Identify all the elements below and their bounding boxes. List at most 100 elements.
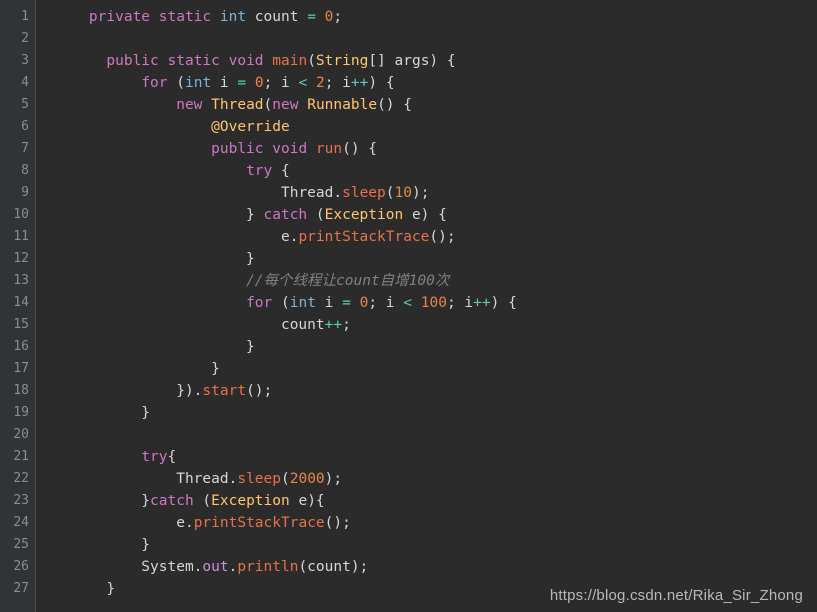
code-token-mth: printStackTrace	[298, 229, 430, 245]
line-number: 21	[13, 449, 29, 464]
code-token-pln: (count);	[298, 559, 369, 575]
code-line[interactable]: }).start();	[54, 380, 817, 402]
code-line[interactable]: Thread.sleep(10);	[54, 182, 817, 204]
code-line[interactable]	[54, 28, 817, 50]
code-token-pln	[264, 53, 273, 69]
line-number: 25	[13, 537, 29, 552]
code-line[interactable]: }catch (Exception e){	[54, 490, 817, 512]
line-number: 18	[13, 383, 29, 398]
code-line[interactable]: public void run() {	[54, 138, 817, 160]
line-number: 7	[21, 141, 29, 156]
code-line[interactable]: for (int i = 0; i < 100; i++) {	[54, 292, 817, 314]
code-token-pln	[211, 9, 220, 25]
line-number: 3	[21, 53, 29, 68]
code-line[interactable]: private static int count = 0;	[54, 6, 817, 28]
code-token-cls: String	[315, 53, 369, 69]
code-token-cls: @Override	[211, 119, 290, 135]
code-token-pln: ; i	[368, 295, 404, 311]
code-token-pln: e) {	[403, 207, 447, 223]
code-line[interactable]: try{	[54, 446, 817, 468]
code-line[interactable]: e.printStackTrace();	[54, 512, 817, 534]
code-token-pln: ();	[246, 383, 273, 399]
code-token-op: =	[307, 9, 316, 25]
code-line[interactable]: Thread.sleep(2000);	[54, 468, 817, 490]
code-token-fld: out	[202, 559, 229, 575]
code-token-pln: (	[167, 75, 185, 91]
code-token-pln: (	[385, 185, 395, 201]
code-token-pln	[54, 97, 176, 113]
code-line[interactable]: }	[54, 336, 817, 358]
code-token-pln: (	[307, 53, 316, 69]
code-token-pln	[54, 119, 211, 135]
code-line[interactable]	[54, 424, 817, 446]
code-line[interactable]: }	[54, 402, 817, 424]
code-token-mth: printStackTrace	[193, 515, 325, 531]
code-token-pln: }	[54, 361, 220, 377]
code-token-mth: println	[237, 559, 299, 575]
code-token-pln	[54, 9, 89, 25]
code-line[interactable]: }	[54, 248, 817, 270]
code-token-pln: }).	[54, 383, 203, 399]
code-line-list: private static int count = 0; public sta…	[54, 6, 817, 600]
code-line[interactable]: try {	[54, 160, 817, 182]
code-token-pln: }	[54, 405, 151, 421]
code-token-pln	[54, 75, 141, 91]
code-token-pln: ;	[342, 317, 351, 333]
code-token-op: <	[298, 75, 308, 91]
code-line[interactable]: //每个线程让count自增100次	[54, 270, 817, 292]
code-token-num: 0	[254, 75, 264, 91]
line-number: 17	[13, 361, 29, 376]
watermark-url: https://blog.csdn.net/Rika_Sir_Zhong	[549, 587, 803, 604]
code-token-pln: ; i	[446, 295, 474, 311]
code-token-pln: Thread	[176, 471, 229, 487]
code-token-kw: private static	[88, 9, 212, 25]
line-number: 2	[21, 31, 29, 46]
line-number: 9	[21, 185, 29, 200]
code-token-pln: count	[54, 317, 325, 333]
code-token-pln: }	[54, 339, 255, 355]
code-token-pln	[54, 185, 281, 201]
code-token-pln: () {	[342, 141, 378, 157]
code-token-typ: int	[289, 295, 316, 311]
code-token-pln: );	[324, 471, 343, 487]
code-line[interactable]: }	[54, 534, 817, 556]
code-token-pln: i	[211, 75, 238, 91]
code-token-pln: Thread	[280, 185, 334, 201]
code-token-cls: Exception	[211, 493, 290, 509]
code-token-pln	[412, 295, 421, 311]
code-editor: 1 2 3 4 5 6 7 8 9 10 11 12 13 14 15 16 17 18 19 20 21 22 23 24 2…	[0, 0, 817, 612]
code-token-kw: for	[246, 295, 273, 311]
line-number: 16	[13, 339, 29, 354]
code-line[interactable]: public static void main(String[] args) {	[54, 50, 817, 72]
code-line[interactable]: @Override	[54, 116, 817, 138]
line-number: 26	[13, 559, 29, 574]
code-line[interactable]: System.out.println(count);	[54, 556, 817, 578]
code-token-pln	[54, 163, 246, 179]
code-token-pln	[307, 75, 316, 91]
code-token-kw: catch	[263, 207, 308, 223]
code-token-num: 2	[315, 75, 325, 91]
code-token-pln: }	[54, 581, 116, 597]
code-token-mth: run	[315, 141, 343, 157]
code-token-pln: ();	[324, 515, 351, 531]
line-number: 12	[13, 251, 29, 266]
code-token-op: =	[342, 295, 351, 311]
code-line[interactable]: }	[54, 358, 817, 380]
code-token-pln	[351, 295, 360, 311]
code-token-pln: }	[54, 537, 151, 553]
code-token-num: 2000	[289, 471, 325, 487]
code-line[interactable]: count++;	[54, 314, 817, 336]
code-line[interactable]: for (int i = 0; i < 2; i++) {	[54, 72, 817, 94]
code-token-kw: try	[141, 449, 168, 465]
code-editor-screenshot: 1 2 3 4 5 6 7 8 9 10 11 12 13 14 15 16 17 18 19 20 21 22 23 24 2…	[0, 0, 817, 612]
code-line[interactable]: new Thread(new Runnable() {	[54, 94, 817, 116]
code-token-pln: {	[272, 163, 290, 179]
line-number-gutter[interactable]: 1 2 3 4 5 6 7 8 9 10 11 12 13 14 15 16 17 18 19 20 21 22 23 24 2…	[0, 0, 36, 612]
code-line[interactable]: } catch (Exception e) {	[54, 204, 817, 226]
code-token-pln: {	[167, 449, 177, 465]
code-token-pln: e){	[289, 493, 325, 509]
line-number: 11	[13, 229, 29, 244]
line-number: 1	[21, 9, 29, 24]
code-content-area[interactable]: private static int count = 0; public sta…	[36, 0, 817, 612]
code-line[interactable]: e.printStackTrace();	[54, 226, 817, 248]
